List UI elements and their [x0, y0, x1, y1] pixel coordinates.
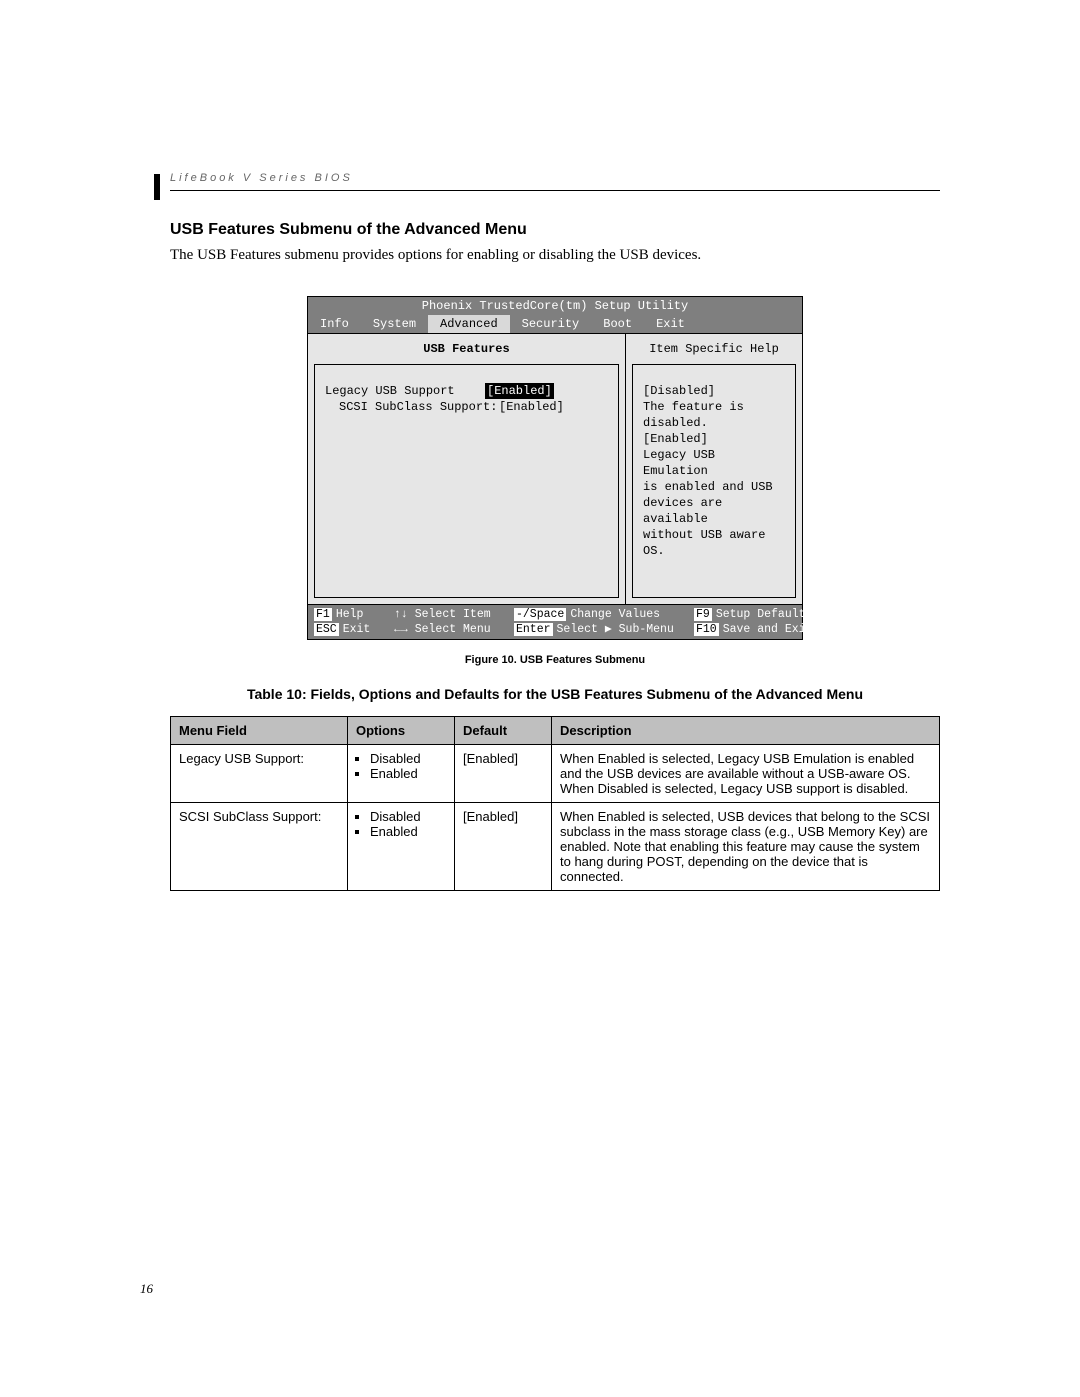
- key-label: Exit: [343, 623, 371, 636]
- bios-item-value[interactable]: [Enabled]: [499, 399, 564, 415]
- intro-paragraph: The USB Features submenu provides option…: [170, 247, 940, 264]
- running-header-text: LifeBook V Series BIOS: [170, 172, 353, 184]
- bios-tab-security[interactable]: Security: [510, 315, 592, 333]
- bios-left-pane: USB Features Legacy USB Support [Enabled…: [308, 334, 626, 604]
- bios-body: USB Features Legacy USB Support [Enabled…: [307, 334, 803, 605]
- td-description: When Enabled is selected, Legacy USB Emu…: [552, 745, 940, 803]
- page-number: 16: [140, 1281, 153, 1297]
- bios-tab-advanced[interactable]: Advanced: [428, 315, 510, 333]
- option-item: Enabled: [370, 766, 446, 781]
- bios-help-line: Legacy USB Emulation: [643, 447, 785, 479]
- arrow-leftright-icon: ←→: [394, 623, 408, 636]
- bios-help-line: without USB aware OS.: [643, 527, 785, 559]
- th-menu-field: Menu Field: [171, 717, 348, 745]
- bios-item-label: Legacy USB Support: [325, 383, 485, 399]
- key-f9: F9: [694, 608, 712, 621]
- bios-help-line: devices are available: [643, 495, 785, 527]
- running-header: LifeBook V Series BIOS: [170, 168, 940, 191]
- bios-help-title: Item Specific Help: [626, 334, 802, 364]
- bios-help-line: The feature is disabled.: [643, 399, 785, 431]
- key-f10: F10: [694, 623, 719, 636]
- bios-help-box: [Disabled] The feature is disabled. [Ena…: [632, 364, 796, 598]
- bios-menubar: Info System Advanced Security Boot Exit: [307, 315, 803, 334]
- bios-footer: F1 Help ↑↓ Select Item -/Space Change Valu…: [307, 605, 803, 640]
- key-f1: F1: [314, 608, 332, 621]
- key-esc: ESC: [314, 623, 339, 636]
- bios-help-line: [Disabled]: [643, 383, 785, 399]
- option-item: Enabled: [370, 824, 446, 839]
- option-item: Disabled: [370, 751, 446, 766]
- td-description: When Enabled is selected, USB devices th…: [552, 803, 940, 891]
- bios-item-legacy-usb[interactable]: Legacy USB Support [Enabled]: [325, 383, 608, 399]
- key-label: Save and Exit: [723, 623, 813, 636]
- arrow-updown-icon: ↑↓: [394, 608, 408, 621]
- bios-tab-exit[interactable]: Exit: [644, 315, 697, 333]
- bios-screenshot: Phoenix TrustedCore(tm) Setup Utility In…: [307, 296, 803, 640]
- bios-help-pane: Item Specific Help [Disabled] The featur…: [626, 334, 802, 604]
- key-label: Select Menu: [415, 623, 491, 636]
- key-enter: Enter: [514, 623, 553, 636]
- bios-window-title: Phoenix TrustedCore(tm) Setup Utility: [307, 296, 803, 315]
- td-options: Disabled Enabled: [348, 745, 455, 803]
- td-field: Legacy USB Support:: [171, 745, 348, 803]
- bios-footer-line2: ESC Exit ←→ Select Menu Enter Select ▶ Sub…: [314, 622, 796, 637]
- td-options: Disabled Enabled: [348, 803, 455, 891]
- key-label: Select Item: [415, 608, 491, 621]
- th-options: Options: [348, 717, 455, 745]
- header-decoration-tail-icon: [154, 174, 166, 200]
- bios-tab-info[interactable]: Info: [308, 315, 361, 333]
- table-header-row: Menu Field Options Default Description: [171, 717, 940, 745]
- bios-tab-boot[interactable]: Boot: [591, 315, 644, 333]
- bios-item-value[interactable]: [Enabled]: [485, 383, 554, 399]
- key-label: Change Values: [570, 608, 660, 621]
- figure-caption: Figure 10. USB Features Submenu: [170, 654, 940, 666]
- bios-footer-line1: F1 Help ↑↓ Select Item -/Space Change Valu…: [314, 607, 796, 622]
- th-description: Description: [552, 717, 940, 745]
- th-default: Default: [455, 717, 552, 745]
- table-row: SCSI SubClass Support: Disabled Enabled …: [171, 803, 940, 891]
- document-page: LifeBook V Series BIOS USB Features Subm…: [0, 0, 1080, 1397]
- key-space: -/Space: [514, 608, 566, 621]
- key-label: Help: [336, 608, 364, 621]
- table-row: Legacy USB Support: Disabled Enabled [En…: [171, 745, 940, 803]
- bios-left-title: USB Features: [308, 334, 625, 364]
- key-label: Select ▶ Sub-Menu: [557, 623, 674, 636]
- fields-table: Menu Field Options Default Description L…: [170, 716, 940, 891]
- key-label: Setup Defaults: [716, 608, 813, 621]
- option-item: Disabled: [370, 809, 446, 824]
- bios-item-label: SCSI SubClass Support:: [325, 399, 499, 415]
- td-default: [Enabled]: [455, 803, 552, 891]
- bios-help-line: [Enabled]: [643, 431, 785, 447]
- td-default: [Enabled]: [455, 745, 552, 803]
- bios-item-scsi-subclass[interactable]: SCSI SubClass Support: [Enabled]: [325, 399, 608, 415]
- bios-help-line: is enabled and USB: [643, 479, 785, 495]
- td-field: SCSI SubClass Support:: [171, 803, 348, 891]
- section-heading: USB Features Submenu of the Advanced Men…: [170, 221, 940, 239]
- bios-tab-system[interactable]: System: [361, 315, 428, 333]
- table-title: Table 10: Fields, Options and Defaults f…: [170, 686, 940, 702]
- bios-items-box: Legacy USB Support [Enabled] SCSI SubCla…: [314, 364, 619, 598]
